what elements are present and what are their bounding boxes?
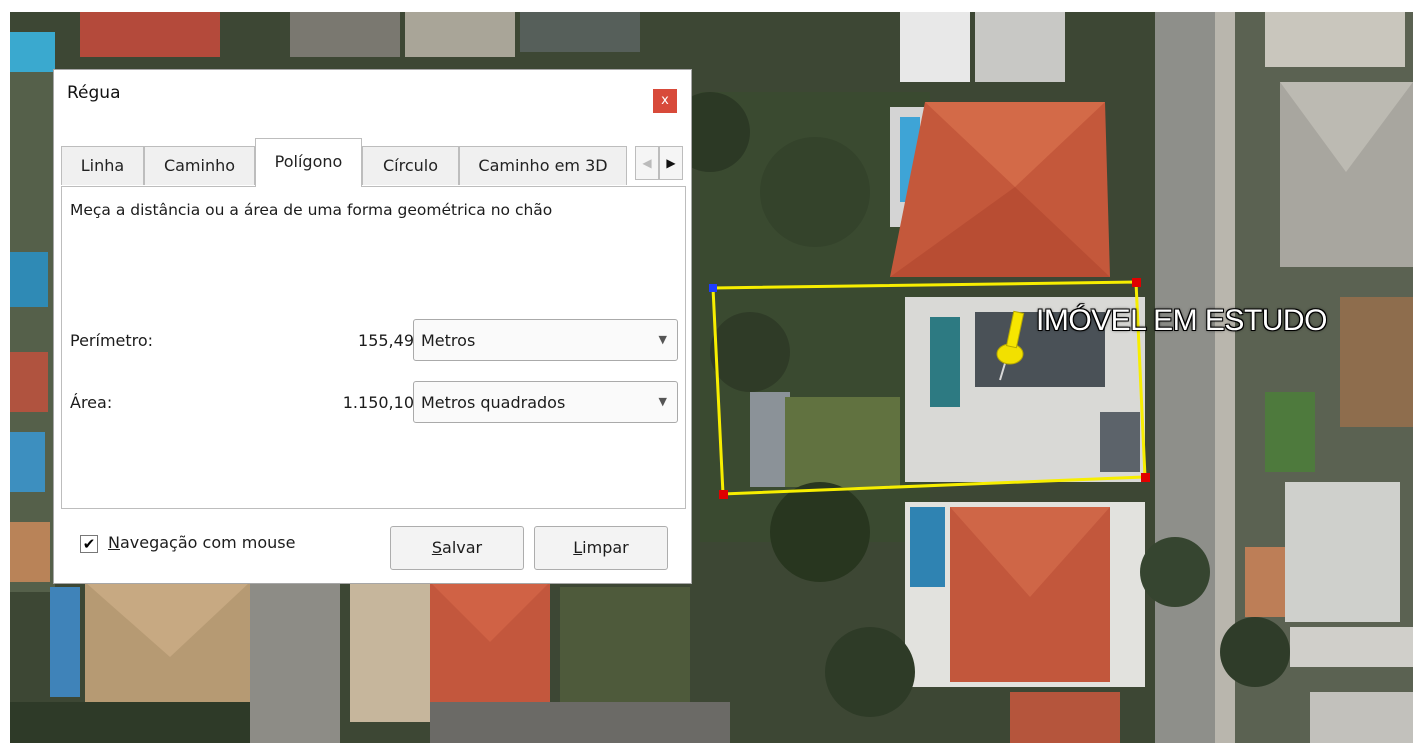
tab-linha[interactable]: Linha (61, 146, 144, 185)
tab-caminho-3d[interactable]: Caminho em 3D (459, 146, 627, 185)
perimeter-unit-value: Metros (421, 331, 476, 350)
tab-poligono[interactable]: Polígono (255, 138, 362, 187)
perimeter-value: 155,49 (358, 331, 414, 350)
dialog-titlebar[interactable]: Régua x (54, 70, 691, 129)
save-button[interactable]: Salvar (390, 526, 524, 570)
dialog-title: Régua (67, 83, 121, 103)
mouse-navigation-checkbox[interactable]: ✔ (80, 535, 98, 553)
tab-circulo[interactable]: Círculo (362, 146, 459, 185)
area-label: Área: (70, 393, 113, 412)
placemark-label[interactable]: IMÓVEL EM ESTUDO (1036, 304, 1327, 338)
tabs-scroll-left-icon[interactable]: ◀ (635, 146, 659, 180)
dropdown-arrow-icon: ▼ (658, 395, 667, 408)
perimeter-label: Perímetro: (70, 331, 154, 350)
area-unit-select[interactable]: Metros quadrados ▼ (413, 381, 678, 423)
area-value: 1.150,10 (342, 393, 414, 412)
ruler-dialog: Régua x Linha Caminho Polígono Círculo C… (53, 69, 692, 584)
tabs-scroll-right-icon[interactable]: ▶ (659, 146, 683, 180)
mouse-navigation-label[interactable]: Navegação com mouse (108, 533, 295, 552)
tab-caminho[interactable]: Caminho (144, 146, 255, 185)
close-button[interactable]: x (653, 89, 677, 113)
area-unit-value: Metros quadrados (421, 393, 566, 412)
dropdown-arrow-icon: ▼ (658, 333, 667, 346)
description-text: Meça a distância ou a área de uma forma … (70, 201, 553, 219)
measure-tabs: Linha Caminho Polígono Círculo Caminho e… (61, 138, 685, 187)
clear-button[interactable]: Limpar (534, 526, 668, 570)
polygon-panel: Meça a distância ou a área de uma forma … (61, 186, 686, 509)
perimeter-unit-select[interactable]: Metros ▼ (413, 319, 678, 361)
